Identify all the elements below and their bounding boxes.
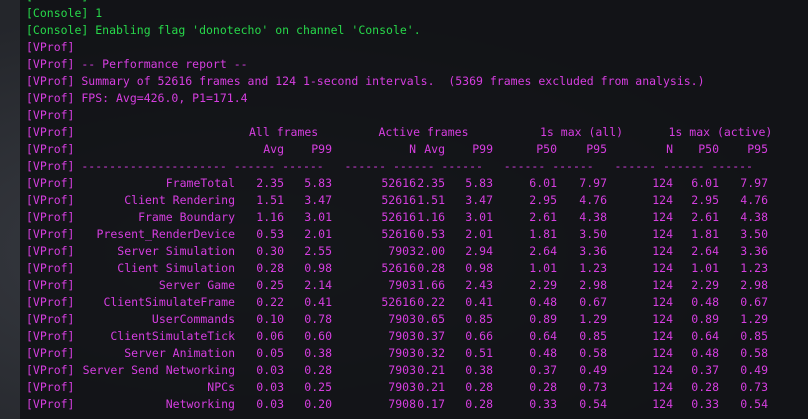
row-value: 4.38 xyxy=(579,210,607,224)
row-name: Server Send Networking xyxy=(82,363,235,377)
column-header: P95 xyxy=(586,142,607,156)
report-title: [VProf] -- Performance report -- xyxy=(26,57,248,71)
row-name: Server Animation xyxy=(124,346,235,360)
row-name: Present_RenderDevice xyxy=(96,227,235,241)
console-line-text: [Console] 1 xyxy=(26,6,103,20)
vprof-tag: [VProf] xyxy=(26,142,75,156)
row-value: 0.38 xyxy=(465,363,493,377)
row-value: 0.98 xyxy=(465,261,493,275)
row-value: 2.43 xyxy=(465,278,493,292)
column-header: P99 xyxy=(311,142,332,156)
group-header: 1s max (active) xyxy=(668,125,773,139)
row-value: 3.50 xyxy=(740,227,768,241)
row-value: 0.54 xyxy=(579,397,607,411)
row-name: Client Rendering xyxy=(124,193,235,207)
row-name: Server Simulation xyxy=(117,244,235,258)
row-value: 2.98 xyxy=(740,278,768,292)
row-name: FrameTotal xyxy=(165,176,235,190)
row-value: 0.41 xyxy=(304,295,332,309)
row-name: NPCs xyxy=(207,380,235,394)
console-line-text: [Console] Enabling flag 'donotecho' on c… xyxy=(26,23,421,37)
row-value: 0.58 xyxy=(579,346,607,360)
row-value: 0.98 xyxy=(304,261,332,275)
row-value: 2.55 xyxy=(304,244,332,258)
row-value: 0.58 xyxy=(740,346,768,360)
group-header: 1s max (all) xyxy=(540,125,624,139)
row-name: UserCommands xyxy=(151,312,235,326)
row-value: 0.66 xyxy=(465,329,493,343)
row-value: 1.29 xyxy=(740,312,768,326)
row-value: 3.01 xyxy=(304,210,332,224)
row-name: Networking xyxy=(165,397,235,411)
row-value: 0.51 xyxy=(465,346,493,360)
group-header: Active frames xyxy=(378,125,469,139)
row-value: 0.49 xyxy=(740,363,768,377)
row-value: 0.67 xyxy=(740,295,768,309)
row-value: 1.23 xyxy=(579,261,607,275)
row-name: ClientSimulateFrame xyxy=(103,295,235,309)
report-summary: [VProf] Summary of 52616 frames and 124 … xyxy=(26,74,705,88)
row-value: 0.20 xyxy=(304,397,332,411)
row-value: 0.73 xyxy=(579,380,607,394)
row-value: 2.01 xyxy=(465,227,493,241)
row-value: 0.60 xyxy=(304,329,332,343)
vprof-tag: [VProf] xyxy=(26,125,75,139)
row-value: 0.73 xyxy=(740,380,768,394)
row-value: 3.47 xyxy=(465,193,493,207)
row-value: 0.54 xyxy=(740,397,768,411)
row-value: 0.25 xyxy=(304,380,332,394)
row-value: 2.14 xyxy=(304,278,332,292)
row-value: 4.38 xyxy=(740,210,768,224)
row-name: ClientSimulateTick xyxy=(110,329,235,343)
row-value: 2.01 xyxy=(304,227,332,241)
row-value: 3.50 xyxy=(579,227,607,241)
row-value: 1.23 xyxy=(740,261,768,275)
row-value: 0.28 xyxy=(465,397,493,411)
row-value: 0.28 xyxy=(304,363,332,377)
row-value: 3.47 xyxy=(304,193,332,207)
row-value: 0.78 xyxy=(304,312,332,326)
row-value: 2.94 xyxy=(465,244,493,258)
row-value: 5.83 xyxy=(465,176,493,190)
row-value: 3.36 xyxy=(579,244,607,258)
console-output-panel[interactable]: [Console] 1[Console] 1[Console] Enabling… xyxy=(20,0,808,419)
row-value: 0.41 xyxy=(465,295,493,309)
row-value: 0.85 xyxy=(740,329,768,343)
report-fps: [VProf] FPS: Avg=426.0, P1=171.4 xyxy=(26,91,248,105)
row-name: Frame Boundary xyxy=(138,210,235,224)
row-value: 0.67 xyxy=(579,295,607,309)
row-value: 4.76 xyxy=(579,193,607,207)
row-value: 3.01 xyxy=(465,210,493,224)
row-value: 2.98 xyxy=(579,278,607,292)
row-value: 3.36 xyxy=(740,244,768,258)
row-value: 0.49 xyxy=(579,363,607,377)
row-value: 0.85 xyxy=(465,312,493,326)
separator: [VProf] --------------------- ------ ---… xyxy=(26,159,753,173)
group-header: All frames xyxy=(249,125,319,139)
row-value: 0.85 xyxy=(579,329,607,343)
row-name: Server Game xyxy=(158,278,235,292)
vprof-tag: [VProf] xyxy=(26,108,75,122)
row-value: 0.28 xyxy=(465,380,493,394)
vprof-tag: [VProf] xyxy=(26,40,75,54)
row-name: Client Simulation xyxy=(117,261,235,275)
row-value: 0.38 xyxy=(304,346,332,360)
column-header: P95 xyxy=(747,142,768,156)
row-value: 1.29 xyxy=(579,312,607,326)
row-value: 7.97 xyxy=(740,176,768,190)
row-value: 5.83 xyxy=(304,176,332,190)
row-value: 4.76 xyxy=(740,193,768,207)
column-header: P99 xyxy=(472,142,493,156)
row-value: 7.97 xyxy=(579,176,607,190)
